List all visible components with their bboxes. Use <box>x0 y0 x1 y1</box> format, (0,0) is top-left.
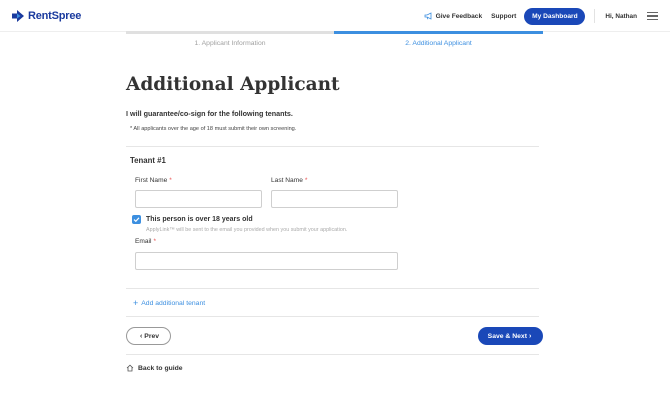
logo-text: RentSpree <box>28 10 82 22</box>
footer-divider <box>126 354 539 355</box>
top-header: RentSpree Give Feedback Support My Dashb… <box>0 0 670 32</box>
give-feedback-link[interactable]: Give Feedback <box>424 12 483 20</box>
step-applicant-information[interactable]: 1. Applicant Information <box>126 31 334 51</box>
first-name-input[interactable] <box>135 190 262 208</box>
chevron-left-icon: ‹ <box>139 332 143 340</box>
tenant-title: Tenant #1 <box>130 156 166 165</box>
required-mark: * <box>304 177 308 184</box>
first-name-label-text: First Name <box>135 177 168 184</box>
guarantee-text: I will guarantee/co-sign for the followi… <box>126 109 293 118</box>
email-label: Email * <box>135 238 156 245</box>
hamburger-menu-icon[interactable] <box>647 10 658 23</box>
save-and-next-button[interactable]: Save & Next › <box>478 327 543 345</box>
back-to-guide-label: Back to guide <box>138 364 183 372</box>
back-to-guide-link[interactable]: Back to guide <box>126 364 183 372</box>
email-input[interactable] <box>135 252 398 270</box>
over-18-help-text: ApplyLink™ will be sent to the email you… <box>146 227 348 233</box>
chevron-right-icon: › <box>528 332 532 340</box>
prev-button[interactable]: ‹ Prev <box>126 327 171 345</box>
plus-icon: + <box>133 298 139 308</box>
email-label-text: Email <box>135 238 152 245</box>
user-greeting[interactable]: Hi, Nathan <box>605 13 637 20</box>
section-divider <box>126 288 539 289</box>
rentspree-logo-icon <box>12 10 24 22</box>
progress-steps: 1. Applicant Information 2. Additional A… <box>126 31 543 51</box>
step-bar-active <box>334 31 543 34</box>
screening-note: * All applicants over the age of 18 must… <box>130 126 297 132</box>
rentspree-logo[interactable]: RentSpree <box>11 9 81 23</box>
checkmark-icon <box>133 217 140 223</box>
required-mark: * <box>169 177 172 184</box>
step-bar <box>126 31 334 34</box>
home-icon <box>126 364 134 372</box>
last-name-input[interactable] <box>271 190 398 208</box>
section-divider <box>126 146 539 147</box>
last-name-label: Last Name * <box>271 177 307 184</box>
over-18-label[interactable]: This person is over 18 years old <box>146 216 253 223</box>
section-divider <box>126 316 539 317</box>
prev-label: Prev <box>144 332 160 340</box>
add-tenant-label: Add additional tenant <box>141 300 206 307</box>
support-link[interactable]: Support <box>491 13 516 20</box>
step-additional-applicant[interactable]: 2. Additional Applicant <box>334 31 543 51</box>
header-divider <box>594 9 596 23</box>
megaphone-icon <box>424 12 431 20</box>
my-dashboard-button[interactable]: My Dashboard <box>524 7 586 25</box>
page-title: Additional Applicant <box>126 74 340 95</box>
last-name-label-text: Last Name <box>271 177 303 184</box>
step-label-active: 2. Additional Applicant <box>405 39 472 47</box>
step-label: 1. Applicant Information <box>194 39 266 47</box>
save-next-label: Save & Next <box>487 332 527 340</box>
give-feedback-label: Give Feedback <box>435 12 483 20</box>
required-mark: * <box>153 238 157 245</box>
first-name-label: First Name * <box>135 177 172 184</box>
over-18-checkbox[interactable] <box>132 215 141 224</box>
add-additional-tenant-link[interactable]: + Add additional tenant <box>133 299 205 308</box>
